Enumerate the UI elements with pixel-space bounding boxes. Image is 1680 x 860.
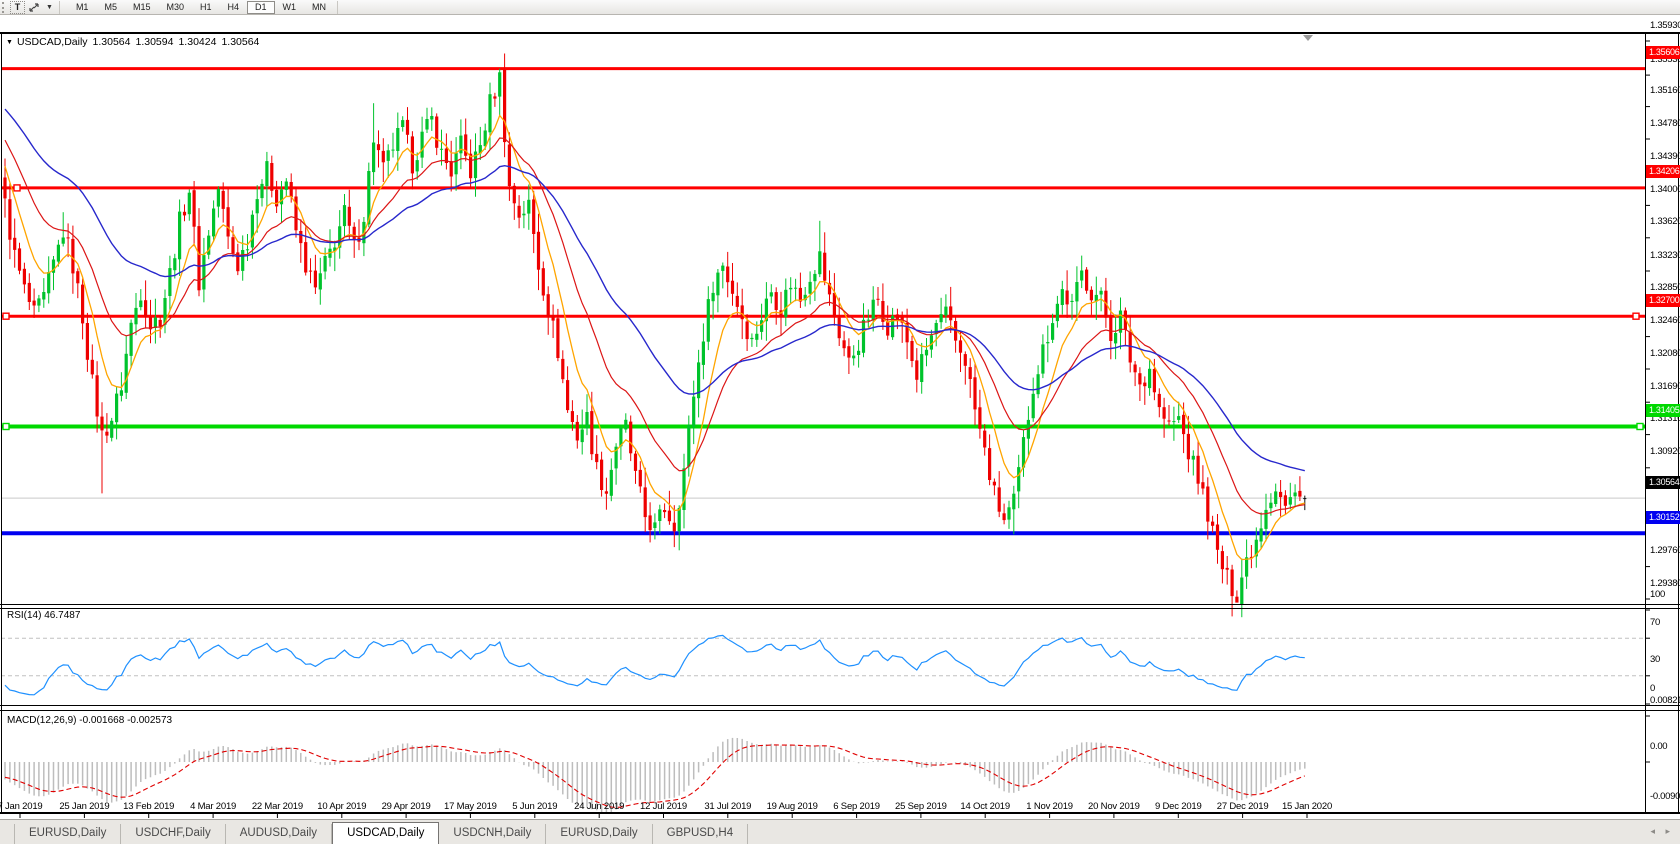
date-tick-label: 24 Jun 2019: [574, 801, 625, 812]
date-tick-label: 14 Oct 2019: [960, 801, 1010, 812]
ohlc-open: 1.30564: [92, 36, 131, 48]
current-price-badge: 1.30564: [1646, 475, 1680, 489]
price-tick-label: 1.29380: [1650, 577, 1680, 589]
price-tick-label: 1.34390: [1650, 150, 1680, 162]
tab-gbpusd-h4[interactable]: GBPUSD,H4: [653, 824, 749, 844]
symbol-tabbar: EURUSD,Daily USDCHF,Daily AUDUSD,Daily USDC…: [0, 819, 1680, 844]
tab-eurusd-daily[interactable]: EURUSD,Daily: [14, 824, 122, 844]
rsi-tick-label: 0: [1650, 682, 1655, 694]
date-tick-label: 29 Apr 2019: [381, 801, 431, 812]
chart-bottom-border: [0, 812, 1680, 814]
level-line-handle[interactable]: [2, 312, 10, 320]
timeframe-button-w1[interactable]: W1: [275, 1, 305, 14]
date-tick-label: 9 Dec 2019: [1155, 801, 1202, 812]
date-tick-label: 5 Jun 2019: [512, 801, 558, 812]
timeframe-button-h1[interactable]: H1: [192, 1, 220, 14]
chevron-down-icon[interactable]: ▼: [46, 4, 53, 11]
tab-usdcnh-daily[interactable]: USDCNH,Daily: [439, 824, 547, 844]
macd-tick-label: 0.008214: [1650, 694, 1680, 706]
chart-shift-marker-icon[interactable]: [1303, 35, 1313, 41]
date-tick-label: 27 Dec 2019: [1216, 801, 1269, 812]
price-tick-label: 1.35160: [1650, 85, 1680, 97]
tab-usdchf-daily[interactable]: USDCHF,Daily: [121, 824, 226, 844]
level-price-badge: 1.31405: [1646, 404, 1680, 417]
toolbar: T ▼ M1 M5 M15 M30 H1 H4 D1 W1 MN: [0, 0, 1680, 15]
timeframe-button-mn[interactable]: MN: [304, 1, 334, 14]
price-tick-label: 1.34780: [1650, 117, 1680, 129]
level-line-handle[interactable]: [2, 422, 10, 431]
price-tick-label: 1.32460: [1650, 315, 1680, 327]
price-tick-label: 1.32080: [1650, 347, 1680, 359]
date-tick-label: 10 Apr 2019: [317, 801, 367, 812]
price-tick-label: 1.31690: [1650, 380, 1680, 392]
timeframe-button-m5[interactable]: M5: [96, 1, 125, 14]
toolbar-separator: [337, 0, 343, 14]
ohlc-low: 1.30424: [178, 36, 217, 48]
axis-ticks: [19, 40, 1650, 818]
toolbar-separator: [58, 0, 65, 14]
timeframe-buttons: M1 M5 M15 M30 H1 H4 D1 W1 MN: [68, 0, 334, 14]
date-tick-label: 31 Jul 2019: [704, 801, 752, 812]
ohlc-close: 1.30564: [221, 36, 260, 48]
price-tick-label: 1.30920: [1650, 446, 1680, 458]
tab-scroll-arrows[interactable]: ◂ ▸: [1650, 826, 1674, 837]
date-tick-label: 4 Mar 2019: [190, 801, 237, 812]
macd-indicator-label: MACD(12,26,9) -0.001668 -0.002573: [7, 715, 173, 726]
chart-window: ▼ USDCAD,Daily 1.30564 1.30594 1.30424 1.3056…: [0, 16, 1680, 844]
timeframe-button-m15[interactable]: M15: [125, 1, 159, 14]
timeframe-button-m1[interactable]: M1: [68, 1, 97, 14]
macd-tick-label: -0.00906: [1650, 791, 1680, 803]
rsi-tick-label: 70: [1650, 616, 1660, 628]
rsi-tick-label: 100: [1650, 588, 1665, 600]
diagonal-arrows-icon: [29, 2, 39, 12]
level-price-badge: 1.34206: [1646, 165, 1680, 179]
date-tick-label: 17 May 2019: [444, 801, 497, 812]
date-tick-label: 25 Sep 2019: [895, 801, 947, 812]
price-tick-label: 1.32850: [1650, 281, 1680, 293]
chart-top-border: [0, 32, 1680, 34]
timeframe-button-h4[interactable]: H4: [220, 1, 248, 14]
tab-eurusd-daily[interactable]: EURUSD,Daily: [546, 824, 653, 844]
cursor-arrows-icon-button[interactable]: [25, 1, 43, 14]
level-line-handle[interactable]: [13, 184, 21, 192]
tab-audusd-daily[interactable]: AUDUSD,Daily: [226, 824, 333, 844]
chart-symbol-period: USDCAD,Daily: [16, 36, 88, 48]
date-tick-label: 25 Jan 2019: [59, 801, 110, 812]
timeframe-button-m30[interactable]: M30: [158, 1, 192, 14]
date-tick-label: 13 Feb 2019: [123, 801, 175, 812]
price-tick-label: 1.34000: [1650, 183, 1680, 195]
rsi-tick-label: 30: [1650, 654, 1660, 666]
level-price-badge: 1.30152: [1646, 510, 1680, 524]
date-tick-label: 1 Nov 2019: [1026, 801, 1073, 812]
ohlc-high: 1.30594: [135, 36, 174, 48]
date-tick-label: 12 Jul 2019: [640, 801, 687, 812]
level-line-handle[interactable]: [1636, 422, 1644, 431]
text-label-tool-button[interactable]: T: [10, 0, 25, 14]
rsi-line: [4, 634, 1305, 696]
macd-tick-label: 0.00: [1650, 740, 1668, 752]
price-tick-label: 1.35930: [1650, 19, 1680, 31]
price-chart: [0, 32, 1680, 818]
price-tick-label: 1.33620: [1650, 216, 1680, 228]
level-price-badge: 1.32700: [1646, 293, 1680, 307]
toolbar-grip[interactable]: [2, 1, 7, 13]
date-tick-label: 20 Nov 2019: [1088, 801, 1140, 812]
collapse-triangle-icon[interactable]: ▼: [6, 39, 13, 46]
tab-usdcad-daily[interactable]: USDCAD,Daily: [332, 822, 440, 844]
timeframe-button-d1[interactable]: D1: [247, 0, 275, 14]
rsi-indicator-label: RSI(14) 46.7487: [7, 610, 81, 621]
price-tick-label: 1.29760: [1650, 545, 1680, 557]
chart-title: ▼ USDCAD,Daily 1.30564 1.30594 1.30424 1.3056…: [6, 36, 259, 48]
date-tick-label: 22 Mar 2019: [251, 801, 303, 812]
level-line-handle[interactable]: [1632, 312, 1640, 320]
price-tick-label: 1.33230: [1650, 249, 1680, 261]
level-price-badge: 1.35606: [1646, 46, 1680, 60]
date-tick-label: 19 Aug 2019: [766, 801, 818, 812]
date-tick-label: 6 Sep 2019: [833, 801, 880, 812]
date-tick-label: 15 Jan 2020: [1281, 801, 1333, 812]
